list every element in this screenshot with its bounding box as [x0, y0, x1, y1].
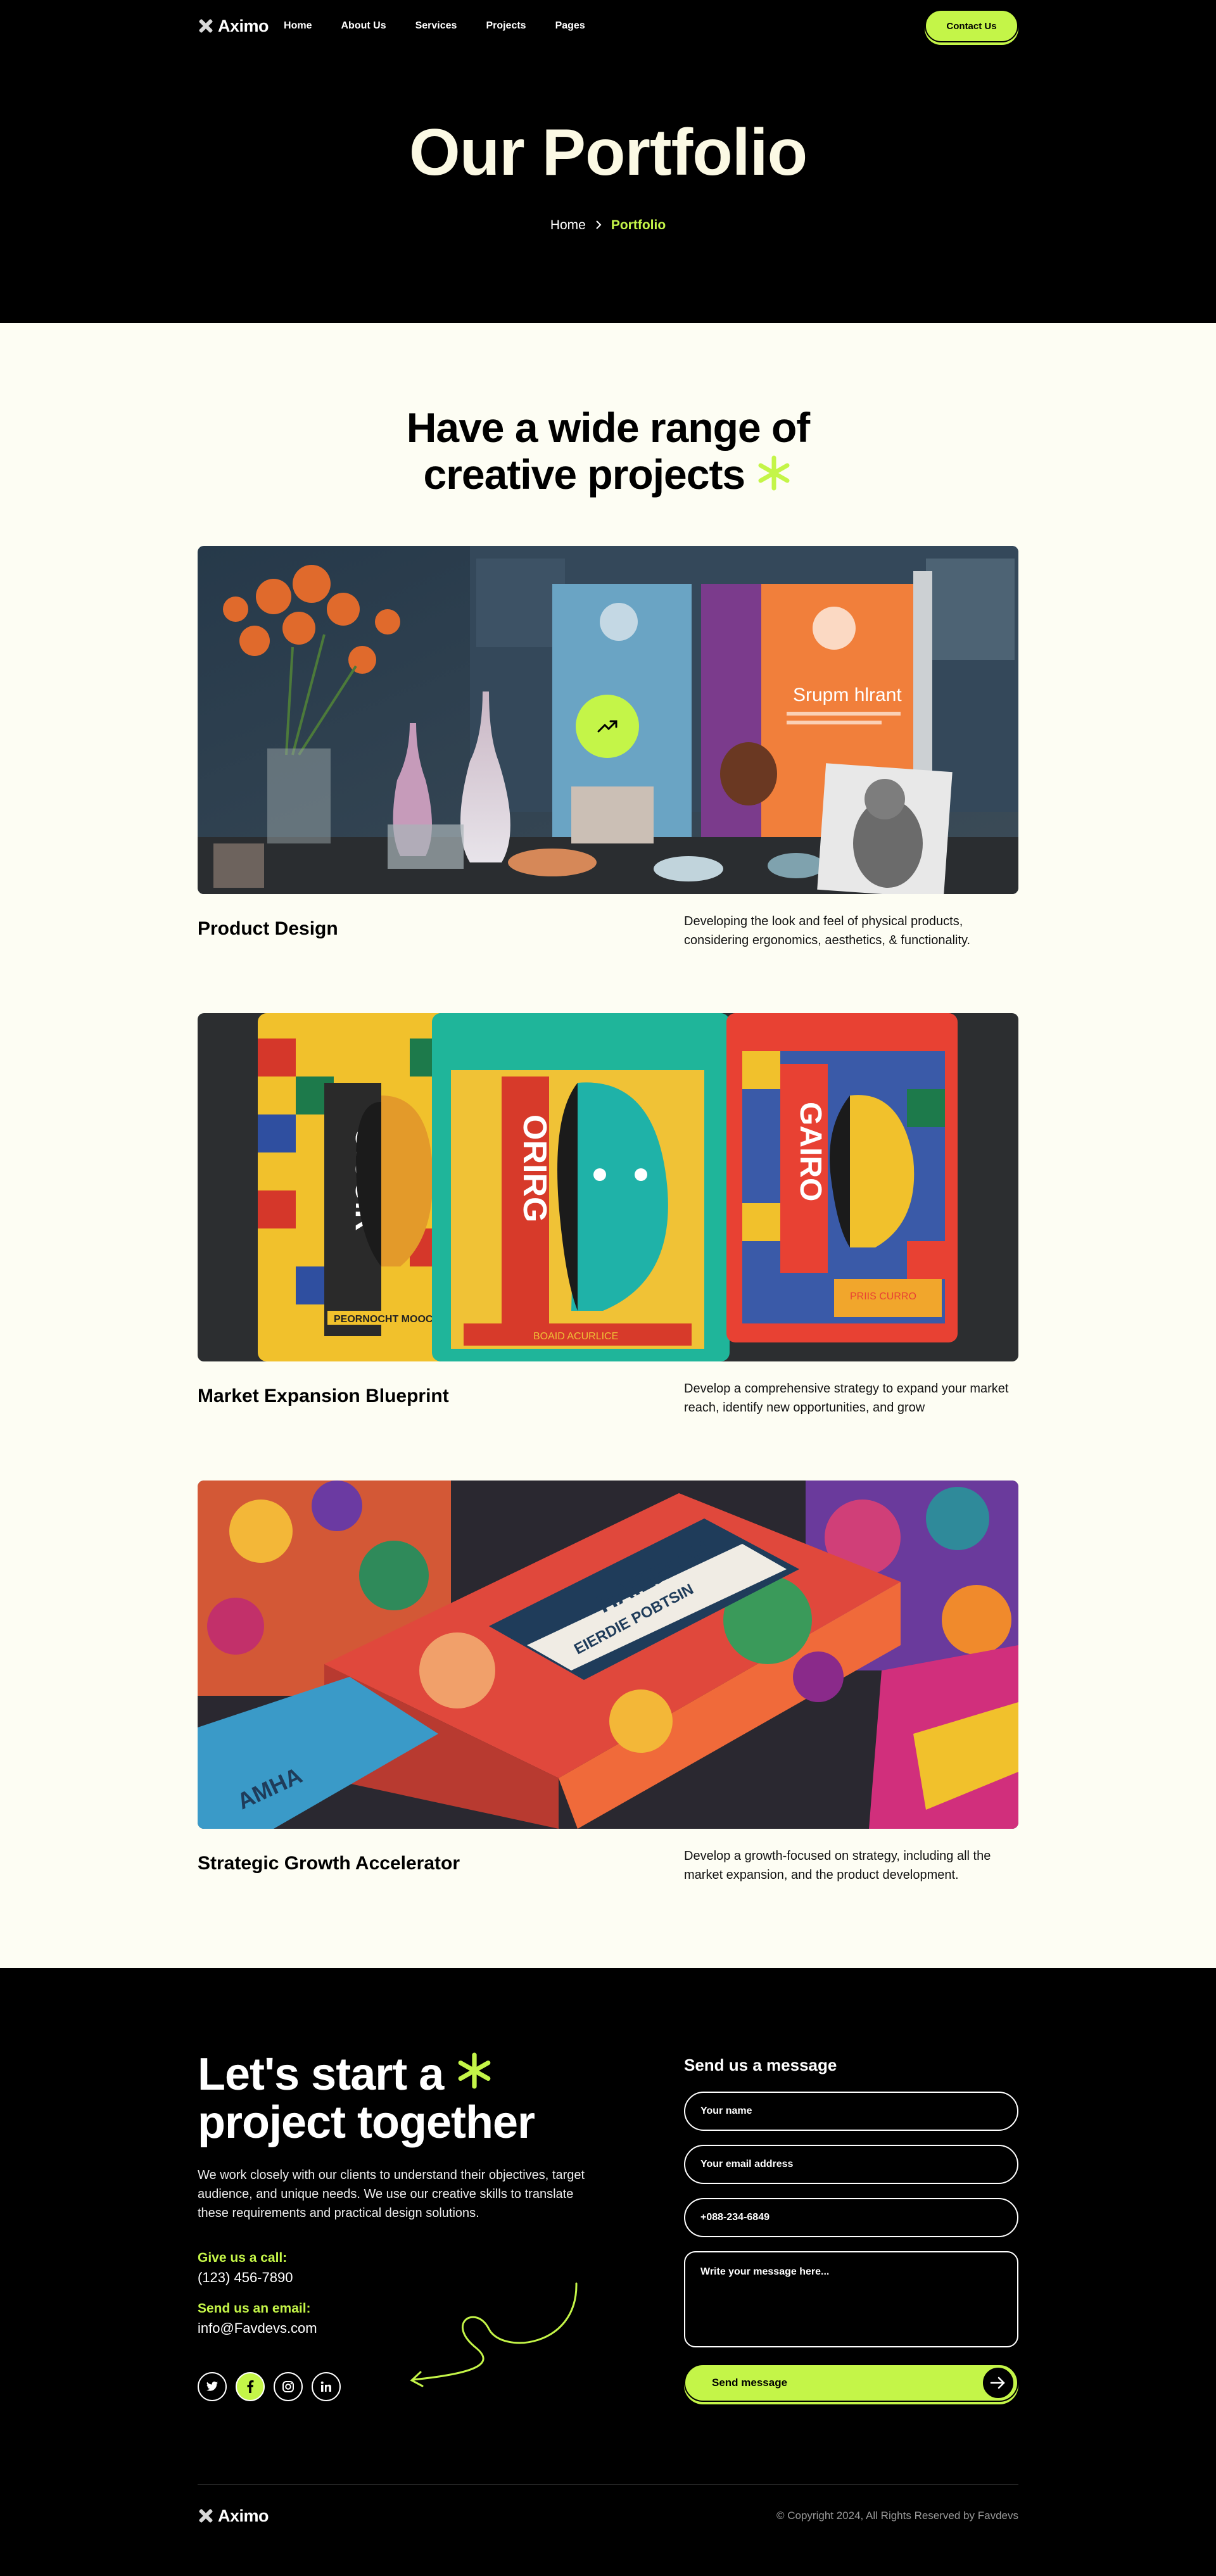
svg-text:BOAID ACURLICE: BOAID ACURLICE [533, 1331, 618, 1342]
nav-item-pages[interactable]: Pages [555, 20, 585, 32]
contact-grid: Let's start a project together We work c… [198, 2050, 1018, 2402]
decorative-arrow-icon [410, 2282, 578, 2387]
project-info: Market Expansion Blueprint Develop a com… [198, 1379, 1018, 1417]
facebook-icon[interactable] [236, 2372, 265, 2401]
contact-section: Let's start a project together We work c… [0, 1968, 1216, 2576]
svg-text:PRIIS CURRO: PRIIS CURRO [850, 1291, 916, 1302]
contact-title: Let's start a project together [198, 2050, 603, 2147]
contact-info: Let's start a project together We work c… [198, 2050, 603, 2402]
copyright-text: © Copyright 2024, All Rights Reserved by… [776, 2510, 1018, 2522]
logo-text: Aximo [218, 16, 269, 35]
logo-text: Aximo [218, 2506, 269, 2525]
message-field[interactable]: Write your message here... [684, 2251, 1018, 2347]
project-description: Develop a growth-focused on strategy, in… [684, 1849, 991, 1882]
form-title: Send us a message [684, 2055, 837, 2074]
contact-title-line1: Let's start a [198, 2049, 444, 2100]
nav-item-projects[interactable]: Projects [486, 20, 526, 32]
page-title: Our Portfolio [408, 116, 808, 189]
growth-accelerator-image[interactable]: HAIERIOH EIERDIE POBTSIN AMHA [198, 1481, 1018, 1829]
nav-menu: Home About Us Services Projects Pages [284, 20, 585, 32]
project-card[interactable]: HAIERIOH EIERDIE POBTSIN AMHA Strategic … [198, 1481, 1018, 1885]
project-title[interactable]: Product Design [198, 918, 338, 940]
project-title[interactable]: Strategic Growth Accelerator [198, 1853, 460, 1874]
breadcrumb: Home Portfolio [198, 217, 1018, 234]
svg-text:GAIRO: GAIRO [794, 1102, 827, 1201]
project-info: Product Design Developing the look and f… [198, 912, 1018, 950]
phone-field[interactable]: +088-234-6849 [684, 2198, 1018, 2237]
contact-us-button[interactable]: Contact Us [925, 9, 1018, 42]
logo-icon [198, 18, 214, 34]
contact-form: Send us a message Your name Your email a… [684, 2050, 1018, 2402]
send-message-button[interactable]: Send message [684, 2364, 1018, 2402]
breadcrumb-home[interactable]: Home [550, 218, 586, 233]
section-title-line2: creative projects [423, 451, 746, 498]
main-nav: Aximo Home About Us Services Projects Pa… [198, 0, 1018, 52]
section-title-line1: Have a wide range of [406, 404, 811, 451]
nav-item-about[interactable]: About Us [341, 20, 386, 32]
instagram-icon[interactable] [274, 2372, 303, 2401]
trend-arrow-icon[interactable] [576, 695, 639, 758]
twitter-icon[interactable] [198, 2372, 227, 2401]
project-description: Develop a comprehensive strategy to expa… [684, 1382, 1009, 1415]
nav-item-home[interactable]: Home [284, 20, 312, 32]
project-title[interactable]: Market Expansion Blueprint [198, 1386, 449, 1407]
nav-item-services[interactable]: Services [415, 20, 457, 32]
email-field[interactable]: Your email address [684, 2145, 1018, 2184]
arrow-right-icon [982, 2366, 1015, 2399]
project-info: Strategic Growth Accelerator Develop a g… [198, 1847, 1018, 1885]
logo[interactable]: Aximo [198, 16, 269, 36]
project-card[interactable]: OIGUIR PEORNOCHT MOOCE ORIRG [198, 1013, 1018, 1417]
asterisk-icon [756, 451, 792, 498]
call-label: Give us a call: [198, 2251, 288, 2265]
product-design-image[interactable]: Srupm hlrant [198, 546, 1018, 894]
svg-text:ORIRG: ORIRG [516, 1114, 553, 1222]
hero-section: Aximo Home About Us Services Projects Pa… [0, 0, 1216, 323]
footer-logo[interactable]: Aximo [198, 2506, 269, 2526]
breadcrumb-current: Portfolio [611, 218, 666, 232]
svg-text:Srupm hlrant: Srupm hlrant [793, 685, 902, 705]
project-list: Srupm hlrant Product Design Developing t… [198, 546, 1018, 1885]
linkedin-icon[interactable] [312, 2372, 341, 2401]
contact-title-line2: project together [198, 2097, 535, 2148]
project-description: Developing the look and feel of physical… [684, 914, 971, 947]
name-field[interactable]: Your name [684, 2092, 1018, 2131]
section-title: Have a wide range of creative projects [198, 404, 1018, 498]
market-expansion-image[interactable]: OIGUIR PEORNOCHT MOOCE ORIRG [198, 1013, 1018, 1361]
project-card[interactable]: Srupm hlrant Product Design Developing t… [198, 546, 1018, 950]
send-message-label: Send message [712, 2377, 788, 2389]
chevron-right-icon [595, 217, 602, 234]
contact-description: We work closely with our clients to unde… [198, 2168, 585, 2220]
portfolio-section: Have a wide range of creative projects S… [0, 323, 1216, 1968]
svg-text:PEORNOCHT MOOCE: PEORNOCHT MOOCE [334, 1314, 440, 1325]
footer: Aximo © Copyright 2024, All Rights Reser… [198, 2485, 1018, 2547]
asterisk-icon [455, 2049, 493, 2100]
